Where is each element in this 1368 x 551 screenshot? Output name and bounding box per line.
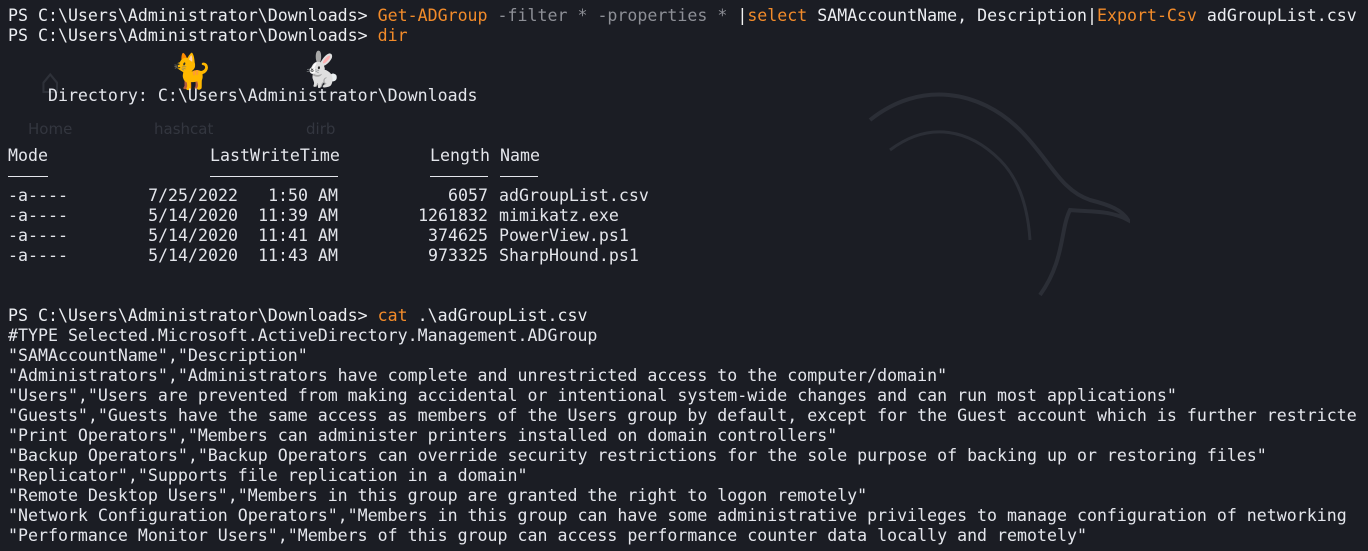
csv-header-line: "SAMAccountName","Description" — [8, 346, 308, 365]
prompt: PS C:\Users\Administrator\Downloads> — [8, 306, 378, 325]
kali-dragon-logo — [868, 92, 1130, 297]
cmdlet-get-adgroup: Get-ADGroup — [377, 6, 488, 25]
row-date: 5/14/2020 — [148, 246, 238, 265]
rabbit-icon: 🐇 — [300, 50, 343, 90]
row-name[interactable]: adGroupList.csv — [499, 186, 649, 206]
row-date: 7/25/2022 — [148, 186, 238, 205]
pipe-operator: | — [1087, 6, 1097, 25]
row-date: 5/14/2020 — [148, 206, 238, 225]
column-underline-mode — [8, 176, 48, 177]
select-args: SAMAccountName, Description — [807, 6, 1087, 25]
column-underline-name — [500, 176, 538, 177]
terminal-window[interactable]: ⌂ 🐈 🐇 Home hashcat dirb PS C:\Users\Admi… — [0, 0, 1368, 551]
csv-row-remote-desktop-users: "Remote Desktop Users","Members in this … — [8, 486, 868, 505]
row-mode: -a---- — [8, 186, 68, 205]
cmdlet-args: -filter * -properties * — [487, 6, 738, 25]
row-name[interactable]: SharpHound.ps1 — [499, 246, 639, 266]
column-header-mode: Mode — [8, 146, 48, 165]
command-line-1: PS C:\Users\Administrator\Downloads> Get… — [8, 6, 1357, 26]
csv-row-users: "Users","Users are prevented from making… — [8, 386, 1177, 405]
column-header-lastwritetime: LastWriteTime — [210, 146, 340, 165]
column-underline-lastwritetime — [210, 176, 338, 177]
cmdlet-export-csv: Export-Csv — [1097, 6, 1197, 25]
csv-type-line: #TYPE Selected.Microsoft.ActiveDirectory… — [8, 326, 598, 345]
column-header-name: Name — [500, 146, 540, 165]
row-date: 5/14/2020 — [148, 226, 238, 245]
row-name[interactable]: mimikatz.exe — [499, 206, 619, 226]
row-name[interactable]: PowerView.ps1 — [499, 226, 629, 246]
csv-row-guests: "Guests","Guests have the same access as… — [8, 406, 1357, 425]
csv-row-print-operators: "Print Operators","Members can administe… — [8, 426, 838, 445]
prompt: PS C:\Users\Administrator\Downloads> — [8, 6, 378, 25]
cmdlet-cat: cat — [377, 306, 408, 325]
csv-row-administrators: "Administrators","Administrators have co… — [8, 366, 948, 385]
csv-row-replicator: "Replicator","Supports file replication … — [8, 466, 528, 485]
directory-heading: Directory: C:\Users\Administrator\Downlo… — [8, 86, 478, 105]
command-line-2: PS C:\Users\Administrator\Downloads> dir — [8, 26, 408, 46]
row-mode: -a---- — [8, 246, 68, 265]
row-length: 6057 — [448, 186, 488, 205]
row-length: 374625 — [428, 226, 488, 245]
row-time: 11:41 AM — [258, 226, 338, 245]
cmdlet-select: select — [747, 6, 808, 25]
row-time: 11:43 AM — [258, 246, 338, 265]
pipe-operator: | — [737, 6, 748, 25]
row-time: 11:39 AM — [258, 206, 338, 225]
row-time: 1:50 AM — [268, 186, 338, 205]
column-underline-length — [430, 176, 488, 177]
row-length: 1261832 — [418, 206, 488, 225]
desktop-label-dirb: dirb — [306, 120, 336, 138]
csv-row-network-configuration-operators: "Network Configuration Operators","Membe… — [8, 506, 1347, 525]
command-line-3: PS C:\Users\Administrator\Downloads> cat… — [8, 306, 587, 326]
row-mode: -a---- — [8, 206, 68, 225]
cmdlet-dir: dir — [377, 26, 408, 45]
csv-row-performance-monitor-users: "Performance Monitor Users","Members of … — [8, 526, 1087, 545]
row-mode: -a---- — [8, 226, 68, 245]
prompt: PS C:\Users\Administrator\Downloads> — [8, 26, 378, 45]
column-header-length: Length — [430, 146, 490, 165]
desktop-label-home: Home — [28, 120, 73, 138]
export-arg: adGroupList.csv — [1196, 6, 1357, 25]
desktop-label-hashcat: hashcat — [154, 120, 214, 138]
cat-arg: .\adGroupList.csv — [407, 306, 588, 325]
row-length: 973325 — [428, 246, 488, 265]
csv-row-backup-operators: "Backup Operators","Backup Operators can… — [8, 446, 1267, 465]
